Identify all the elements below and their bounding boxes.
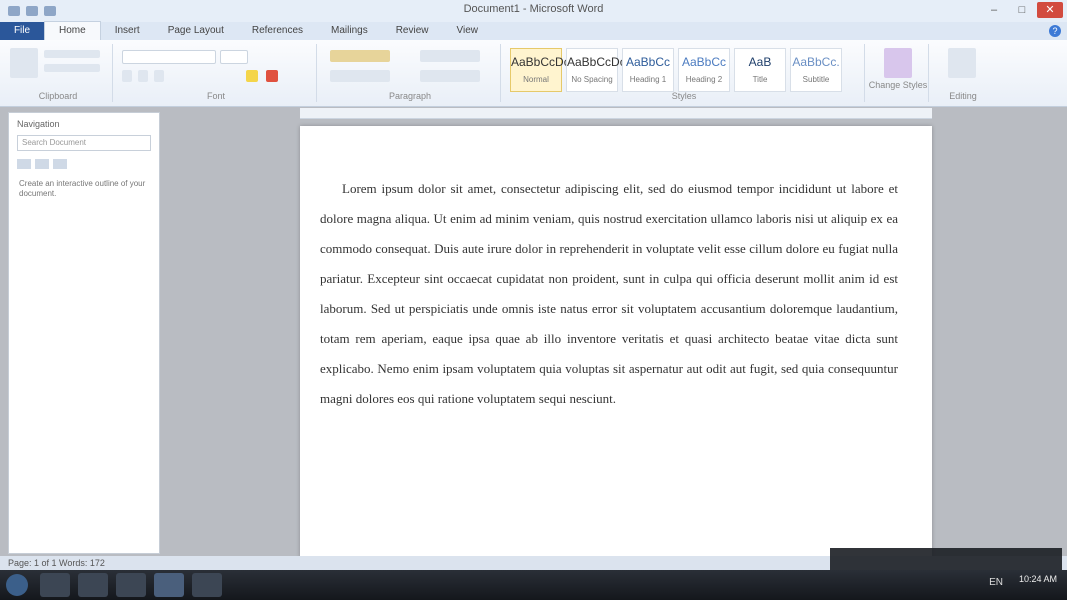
tab-mailings[interactable]: Mailings: [317, 22, 382, 40]
taskbar: EN 10:24 AM: [0, 570, 1067, 600]
start-button-icon[interactable]: [6, 574, 28, 596]
change-styles-icon[interactable]: [884, 48, 912, 78]
style-heading-1[interactable]: AaBbCc Heading 1: [622, 48, 674, 92]
style-sample: AaBbCcDc: [511, 55, 570, 69]
app-taskbar-icon[interactable]: [192, 573, 222, 597]
results-tab-icon[interactable]: [53, 159, 67, 169]
styles-label: Styles: [671, 91, 697, 101]
close-button[interactable]: ✕: [1037, 2, 1063, 18]
file-tab[interactable]: File: [0, 22, 44, 40]
document-body[interactable]: Lorem ipsum dolor sit amet, consectetur …: [320, 174, 898, 414]
font-group: Font: [116, 44, 317, 102]
paste-icon[interactable]: [10, 48, 38, 78]
style-subtitle[interactable]: AaBbCc. Subtitle: [790, 48, 842, 92]
underline-icon[interactable]: [154, 70, 164, 82]
headings-tab-icon[interactable]: [17, 159, 31, 169]
save-icon[interactable]: [26, 6, 38, 16]
editing-group: Editing: [932, 44, 994, 102]
tab-page-layout[interactable]: Page Layout: [154, 22, 238, 40]
word-taskbar-icon[interactable]: [154, 573, 184, 597]
style-title[interactable]: AaB Title: [734, 48, 786, 92]
style-name: No Spacing: [571, 75, 613, 84]
editing-icon[interactable]: [948, 48, 976, 78]
style-name: Title: [752, 75, 768, 84]
word-icon: [8, 6, 20, 16]
style-normal[interactable]: AaBbCcDc Normal: [510, 48, 570, 92]
language-indicator[interactable]: EN: [989, 577, 1003, 588]
paragraph-group: Paragraph: [320, 44, 501, 102]
paragraph-label: Paragraph: [388, 91, 432, 101]
help-icon[interactable]: ?: [1049, 25, 1061, 37]
tab-references[interactable]: References: [238, 22, 317, 40]
title-bar: Document1 - Microsoft Word – □ ✕: [0, 0, 1067, 22]
ie-taskbar-icon[interactable]: [78, 573, 108, 597]
navigation-tabs: [17, 159, 151, 169]
style-name: Heading 1: [629, 75, 667, 84]
align-icon[interactable]: [330, 70, 390, 82]
style-name: Heading 2: [685, 75, 723, 84]
minimize-button[interactable]: –: [981, 2, 1007, 18]
ribbon-tabs: File Home Insert Page Layout References …: [0, 21, 1067, 40]
bullets-icon[interactable]: [330, 50, 390, 62]
styles-group: AaBbCcDc Normal AaBbCcDc No Spacing AaBb…: [504, 44, 865, 102]
window-controls: – □ ✕: [981, 2, 1063, 18]
document-page[interactable]: Lorem ipsum dolor sit amet, consectetur …: [300, 126, 932, 558]
style-no-spacing[interactable]: AaBbCcDc No Spacing: [566, 48, 626, 92]
window-title: Document1 - Microsoft Word: [463, 3, 604, 15]
navigation-title: Navigation: [17, 119, 60, 129]
tab-home[interactable]: Home: [44, 21, 101, 40]
style-name: Normal: [523, 75, 549, 84]
tab-view[interactable]: View: [443, 22, 493, 40]
italic-icon[interactable]: [138, 70, 148, 82]
tab-insert[interactable]: Insert: [101, 22, 154, 40]
pages-tab-icon[interactable]: [35, 159, 49, 169]
line-spacing-icon[interactable]: [420, 70, 480, 82]
change-styles-label: Change Styles: [868, 80, 928, 90]
ribbon: Clipboard Font Paragraph AaBbCcDc Normal…: [0, 40, 1067, 107]
font-color-icon[interactable]: [266, 70, 278, 82]
editing-label: Editing: [949, 91, 977, 101]
clock[interactable]: 10:24 AM: [1019, 573, 1057, 585]
style-sample: AaBbCcDc: [567, 55, 626, 69]
undo-icon[interactable]: [44, 6, 56, 16]
change-styles-group: Change Styles: [868, 44, 929, 102]
style-sample: AaB: [748, 55, 772, 69]
style-heading-2[interactable]: AaBbCc Heading 2: [678, 48, 730, 92]
notification-overlay: [830, 548, 1062, 570]
navigation-pane: Navigation Search Document Create an int…: [8, 112, 160, 554]
indent-icon[interactable]: [420, 50, 480, 62]
font-name-select[interactable]: [122, 50, 216, 64]
explorer-taskbar-icon[interactable]: [40, 573, 70, 597]
style-sample: AaBbCc.: [792, 55, 840, 69]
media-taskbar-icon[interactable]: [116, 573, 146, 597]
navigation-search-input[interactable]: Search Document: [17, 135, 151, 151]
clipboard-label: Clipboard: [38, 91, 78, 101]
maximize-button[interactable]: □: [1009, 2, 1035, 18]
bold-icon[interactable]: [122, 70, 132, 82]
font-size-select[interactable]: [220, 50, 248, 64]
clipboard-group: Clipboard: [4, 44, 113, 102]
tab-review[interactable]: Review: [382, 22, 443, 40]
horizontal-ruler[interactable]: [300, 108, 932, 119]
style-sample: AaBbCc: [681, 55, 727, 69]
navigation-hint: Create an interactive outline of your do…: [19, 179, 146, 198]
style-name: Subtitle: [802, 75, 830, 84]
font-label: Font: [206, 91, 225, 101]
highlight-icon[interactable]: [246, 70, 258, 82]
cut-icon[interactable]: [44, 50, 100, 58]
quick-access-toolbar: [8, 6, 56, 16]
style-sample: AaBbCc: [625, 55, 671, 69]
copy-icon[interactable]: [44, 64, 100, 72]
